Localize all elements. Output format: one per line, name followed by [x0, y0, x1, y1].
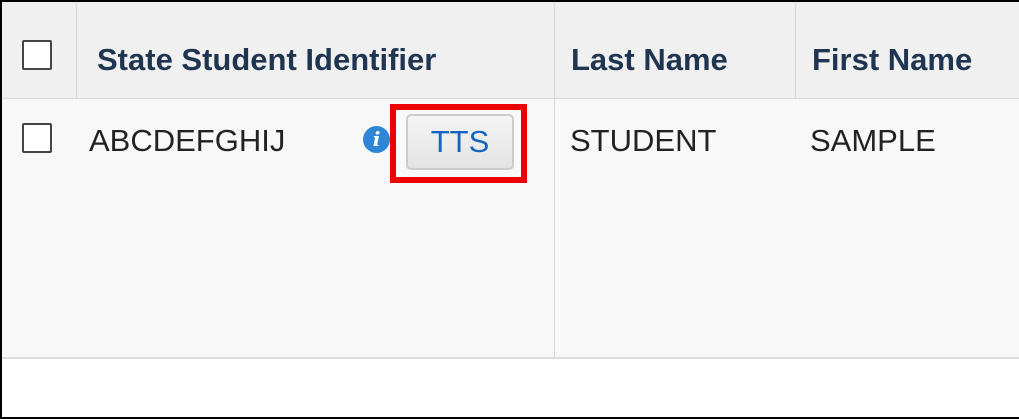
column-header-state-student-identifier[interactable]: State Student Identifier [97, 42, 436, 78]
state-student-identifier-value: ABCDEFGHIJ [89, 123, 286, 158]
select-all-checkbox[interactable] [22, 40, 52, 70]
column-divider [554, 2, 555, 357]
screenshot-frame: State Student Identifier Last Name First… [0, 0, 1019, 419]
column-header-first-name[interactable]: First Name [812, 42, 972, 78]
first-name-value: SAMPLE [810, 123, 936, 158]
student-table: State Student Identifier Last Name First… [2, 2, 1019, 359]
column-header-last-name[interactable]: Last Name [571, 42, 728, 78]
column-divider [795, 2, 796, 98]
column-divider [76, 2, 77, 98]
tts-button[interactable]: TTS [406, 114, 514, 170]
info-icon[interactable]: i [363, 126, 390, 153]
table-header-row: State Student Identifier Last Name First… [2, 2, 1019, 99]
row-select-checkbox[interactable] [22, 123, 52, 153]
last-name-value: STUDENT [570, 123, 717, 158]
